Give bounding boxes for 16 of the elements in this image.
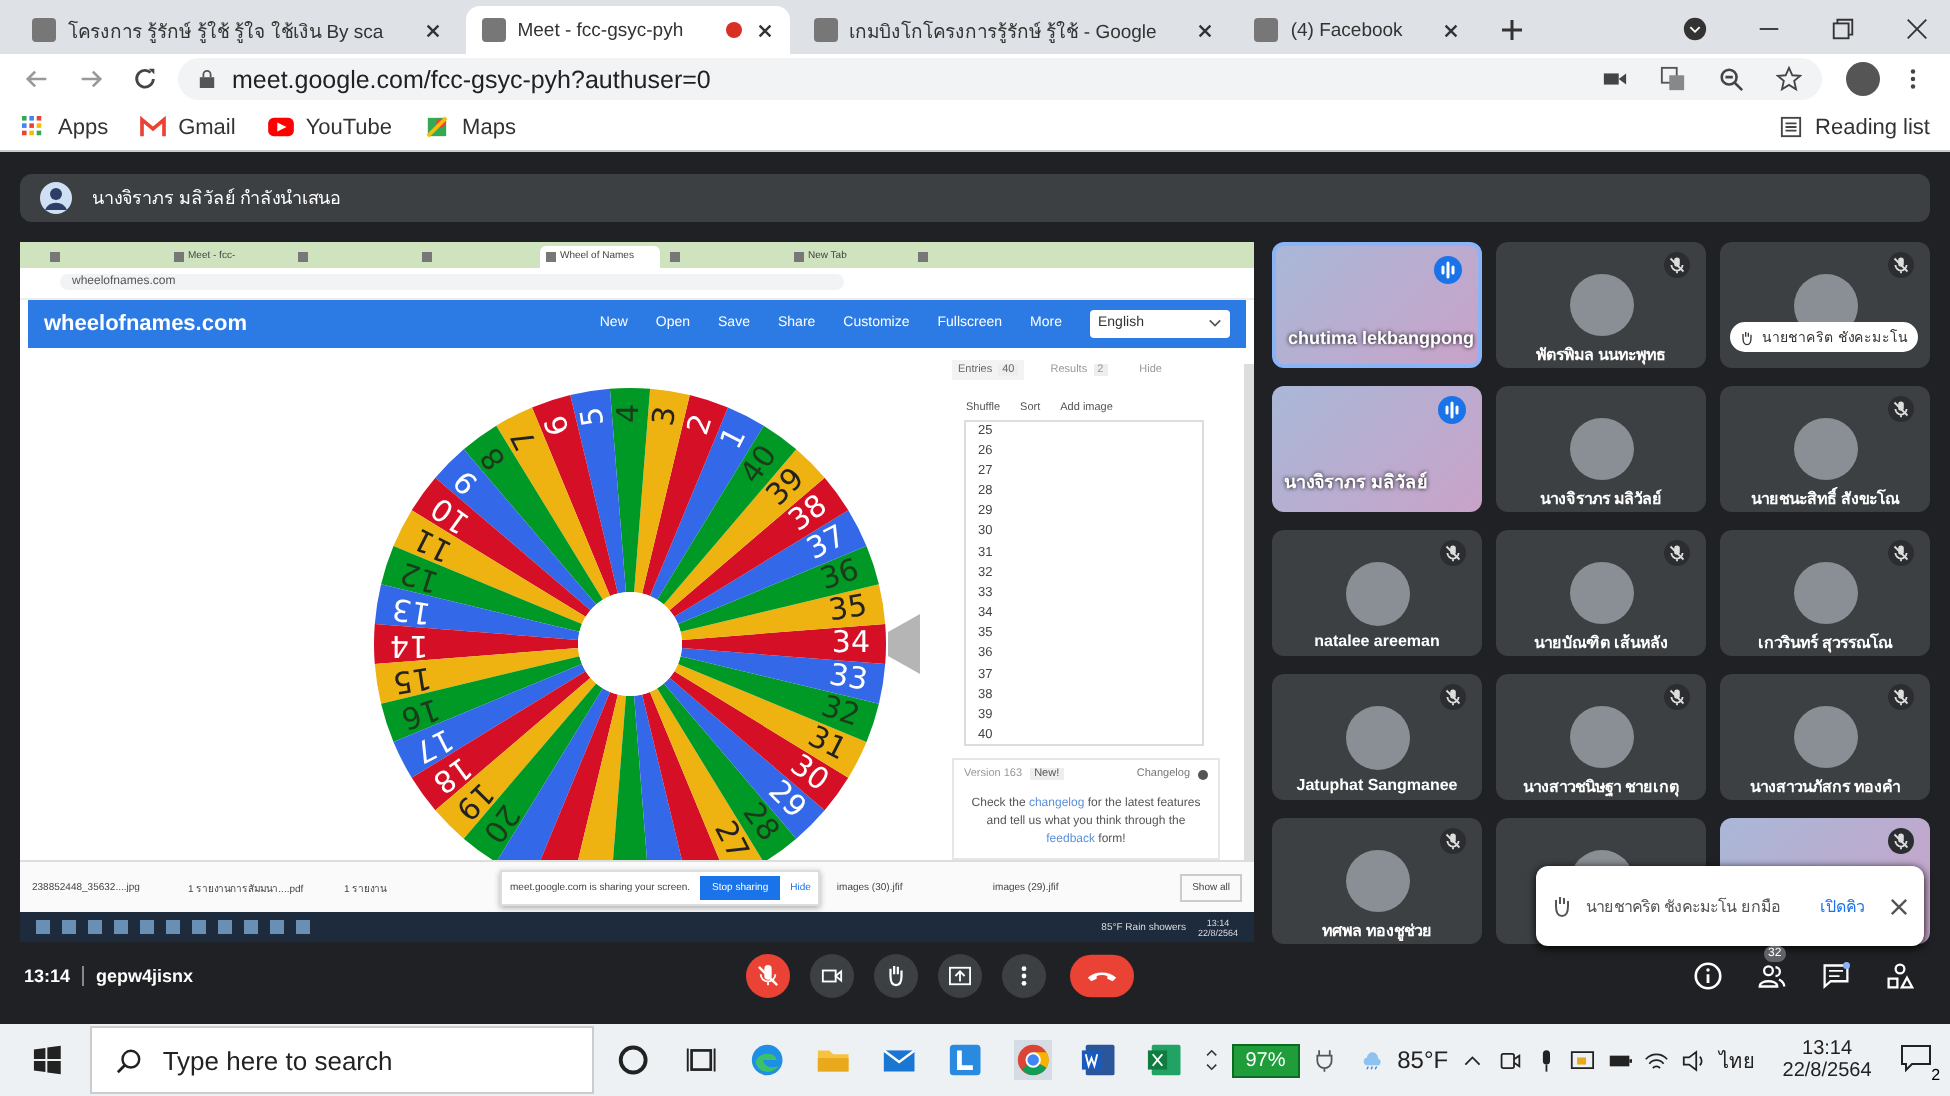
participant-name: chutima lekbangpong [1288,328,1475,348]
participant-name: นายบัณฑิต เส้นหลัง [1533,632,1669,656]
presenter-text: นางจิราภร มลิวัลย์ กำลังนำเสนอ [92,186,341,212]
participant-name: นายชนะสิทธิ์ สังขะโณ [1750,486,1900,512]
participant-name: เกวรินทร์ สุวรรณโณ [1757,631,1893,656]
participant-name: นางสาวนภัสกร ทองคำ [1749,776,1901,800]
toast-message: นายชาคริต ชังคะมะโน ยกมือ [1586,895,1781,919]
participant-name: Jatuphat Sangmanee [1296,776,1458,794]
participant-name: พัตรพิมล นนทะพุทธ [1535,344,1667,368]
participant-name: ทศพล ทองชูช่วย [1321,920,1433,944]
participant-name: นางจิราภร มลิวัลย์ [1539,487,1663,512]
participant-name: นางจิราภร มลิวัลย์ [1284,469,1428,496]
participant-name: นางสาวชนิษฐา ชายเกตุ [1522,776,1680,800]
meeting-code: gepw4jisnx [96,966,194,986]
participant-name: natalee areeman [1314,632,1440,650]
meeting-time: 13:14 [24,966,71,986]
